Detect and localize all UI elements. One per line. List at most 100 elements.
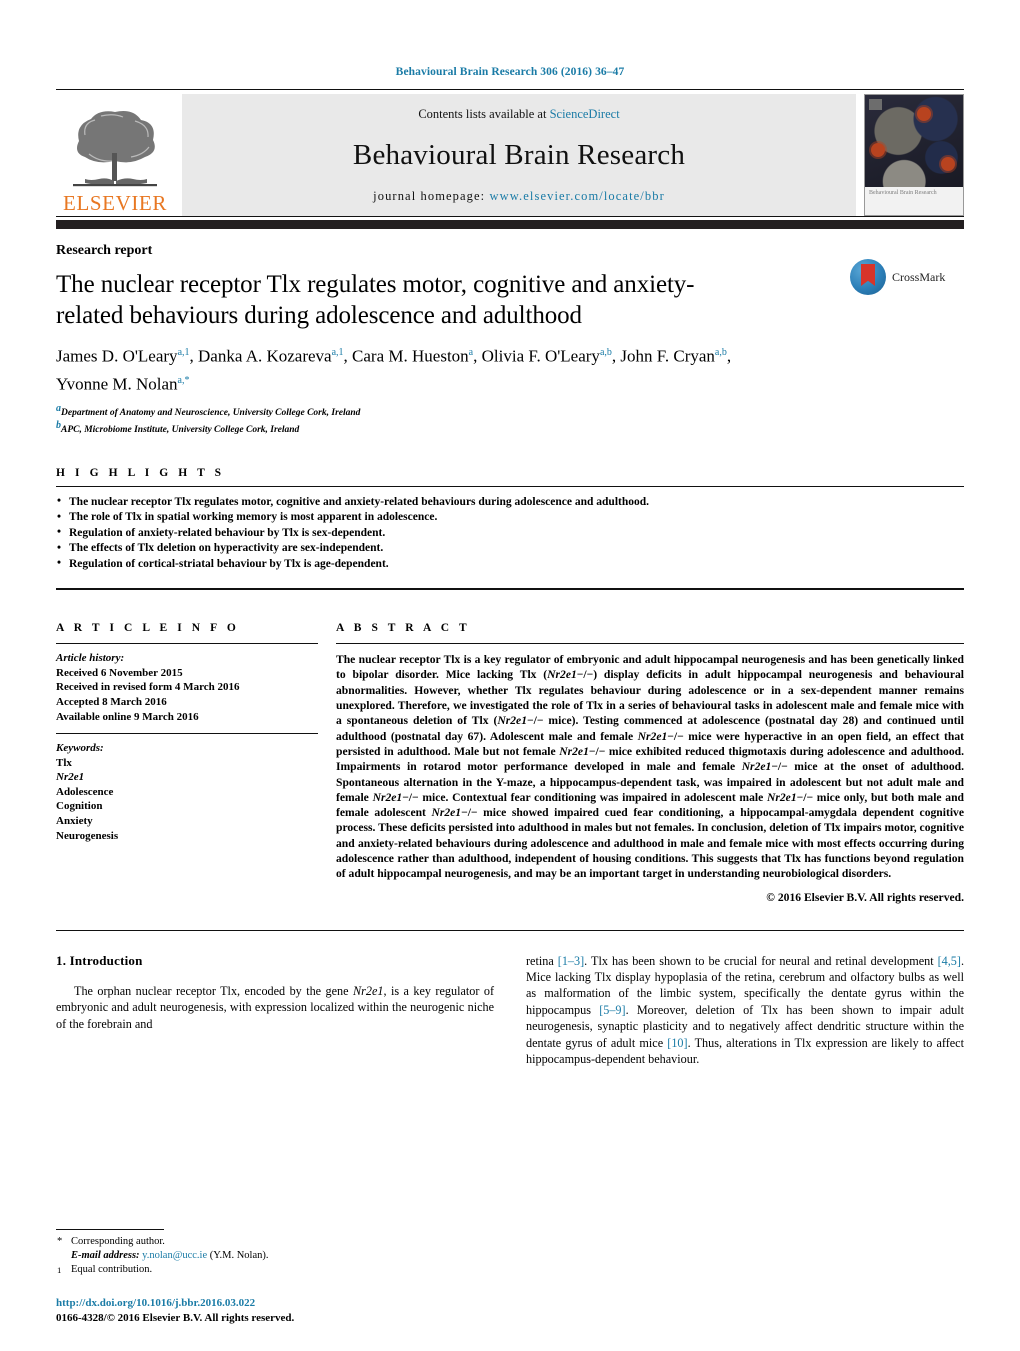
crossmark-badge[interactable]: CrossMark [850, 259, 962, 295]
author-name: Yvonne M. Nolan [56, 374, 178, 394]
author-name: James D. O'Leary [56, 346, 178, 366]
author-name: John F. Cryan [620, 346, 715, 366]
footnotes-block: * Corresponding author. E-mail address: … [56, 1229, 476, 1277]
author-list: James D. O'Learya,1, Danka A. Kozarevaa,… [56, 346, 732, 394]
info-abstract-row: A R T I C L E I N F O Article history: R… [56, 622, 965, 904]
cover-caption: Behavioural Brain Research [865, 187, 963, 215]
article-type-kicker: Research report [56, 243, 153, 258]
page-title: The nuclear receptor Tlx regulates motor… [56, 271, 695, 329]
affiliation-marker: b [56, 419, 61, 431]
highlights-list: The nuclear receptor Tlx regulates motor… [56, 487, 964, 573]
body-column-right: retina [1–3]. Tlx has been shown to be c… [526, 953, 964, 1068]
abstract-column: A B S T R A C T The nuclear receptor Tlx… [336, 622, 965, 904]
sciencedirect-link[interactable]: ScienceDirect [550, 107, 620, 121]
highlight-item: The role of Tlx in spatial working memor… [56, 510, 964, 526]
neuron-icon [917, 107, 931, 121]
highlight-item: Regulation of anxiety-related behaviour … [56, 525, 964, 542]
abstract-heading: A B S T R A C T [336, 622, 471, 635]
issn-copyright-line: 0166-4328/© 2016 Elsevier B.V. All right… [56, 1311, 295, 1324]
affiliation-marker: a [56, 403, 61, 415]
reference-link[interactable]: [1–3] [558, 954, 584, 968]
highlights-section: H I G H L I G H T S The nuclear receptor… [56, 467, 964, 573]
affiliation-list: aDepartment of Anatomy and Neuroscience,… [56, 403, 964, 436]
article-info-body: Article history: Received 6 November 201… [56, 644, 318, 724]
journal-cover-thumbnail[interactable]: Behavioural Brain Research [864, 94, 964, 216]
article-history-item: Received 6 November 2015 [56, 666, 183, 679]
crossmark-label: CrossMark [892, 269, 946, 284]
keyword-item[interactable]: Neurogenesis [56, 829, 318, 844]
bookmark-icon [861, 264, 875, 286]
author-affiliation-marker: a,b [714, 347, 727, 358]
author-affiliation-marker: a [468, 347, 474, 358]
author-affiliation-marker: a,* [177, 374, 190, 386]
keyword-item[interactable]: Anxiety [56, 814, 318, 829]
doi-block: http://dx.doi.org/10.1016/j.bbr.2016.03.… [56, 1296, 536, 1325]
email-link[interactable]: y.nolan@ucc.ie [142, 1250, 207, 1261]
body-column-left: 1. Introduction The orphan nuclear recep… [56, 953, 494, 1068]
article-history-item: Available online 9 March 2016 [56, 710, 199, 723]
corresponding-author-text: Corresponding author. [71, 1236, 165, 1247]
homepage-label: journal homepage: [373, 189, 486, 203]
author-affiliation-marker: a,1 [331, 347, 344, 358]
footnote-rule [56, 1229, 164, 1230]
contents-prefix: Contents lists available at [418, 107, 550, 121]
elsevier-logo[interactable]: ELSEVIER [56, 94, 174, 216]
body-top-rule [56, 929, 964, 931]
highlights-heading: H I G H L I G H T S [56, 466, 225, 479]
neuron-icon [871, 143, 885, 157]
author-name: Olivia F. O'Leary [481, 346, 600, 366]
keywords-items: Tlx Nr2e1 Adolescence Cognition Anxiety Neuro… [56, 756, 318, 844]
asterisk-icon: * [57, 1236, 63, 1247]
abstract-copyright: © 2016 Elsevier B.V. All rights reserved… [766, 890, 964, 904]
crossmark-icon [850, 259, 886, 295]
doi-link[interactable]: http://dx.doi.org/10.1016/j.bbr.2016.03.… [56, 1296, 536, 1311]
neuron-icon [941, 157, 955, 171]
article-history-item: Received in revised form 4 March 2016 [56, 681, 240, 694]
masthead-black-bar [56, 220, 964, 229]
reference-link[interactable]: [5–9] [599, 1003, 625, 1017]
article-info-column: A R T I C L E I N F O Article history: R… [56, 622, 318, 903]
reference-link[interactable]: [4,5] [938, 954, 961, 968]
author-affiliation-marker: a,1 [177, 347, 190, 358]
section-heading-introduction: 1. Introduction [56, 952, 143, 968]
masthead-center: Contents lists available at ScienceDirec… [182, 94, 856, 216]
footnote-corresponding-author: * Corresponding author. E-mail address: … [56, 1235, 476, 1263]
intro-paragraph-left: The orphan nuclear receptor Tlx, encoded… [56, 983, 495, 1031]
keyword-item[interactable]: Cognition [56, 799, 318, 814]
keywords-label: Keywords: [56, 742, 104, 755]
contents-list-line: Contents lists available at ScienceDirec… [418, 107, 619, 122]
article-history-label: Article history: [56, 652, 125, 665]
abstract-text: The nuclear receptor Tlx is a key regula… [336, 653, 965, 881]
title-block: CrossMark Research report The nuclear re… [56, 243, 964, 437]
elsevier-wordmark: ELSEVIER [63, 191, 167, 215]
highlight-item: The effects of Tlx deletion on hyperacti… [56, 541, 964, 557]
footnote-marker-1: 1 [57, 1265, 62, 1275]
journal-title: Behavioural Brain Research [352, 139, 686, 171]
article-history-block: Article history: Received 6 November 201… [56, 651, 318, 724]
email-owner: (Y.M. Nolan). [209, 1250, 269, 1261]
keyword-item[interactable]: Tlx [56, 756, 318, 771]
elsevier-tree-icon [73, 111, 157, 187]
footnote-equal-contribution: 1 Equal contribution. [56, 1263, 476, 1277]
author-name: Danka A. Kozareva [198, 346, 332, 366]
keyword-item[interactable]: Adolescence [56, 785, 318, 800]
keyword-item[interactable]: Nr2e1 [56, 770, 318, 785]
homepage-url[interactable]: www.elsevier.com/locate/bbr [489, 189, 664, 203]
reference-link[interactable]: [10] [667, 1036, 687, 1050]
email-label: E-mail address: [71, 1250, 140, 1261]
keywords-body: Keywords: Tlx Nr2e1 Adolescence Cognition An… [56, 734, 318, 843]
highlight-item: Regulation of cortical-striatal behaviou… [56, 556, 964, 573]
running-head: Behavioural Brain Research 306 (2016) 36… [395, 66, 625, 78]
affiliation-item: aDepartment of Anatomy and Neuroscience,… [56, 403, 361, 419]
affiliation-item: bAPC, Microbiome Institute, University C… [56, 419, 300, 436]
highlight-item: The nuclear receptor Tlx regulates motor… [56, 494, 964, 511]
masthead-top-rule [56, 89, 964, 90]
author-name: Cara M. Hueston [352, 346, 469, 366]
author-affiliation-marker: a,b [599, 347, 612, 358]
article-info-heading: A R T I C L E I N F O [56, 622, 240, 635]
article-history-item: Accepted 8 March 2016 [56, 695, 167, 708]
journal-homepage-line: journal homepage: www.elsevier.com/locat… [373, 189, 665, 204]
body-columns: 1. Introduction The orphan nuclear recep… [56, 953, 964, 1068]
article-page: Behavioural Brain Research 306 (2016) 36… [0, 0, 1020, 1351]
intro-paragraph-right: retina [1–3]. Tlx has been shown to be c… [526, 953, 964, 1067]
